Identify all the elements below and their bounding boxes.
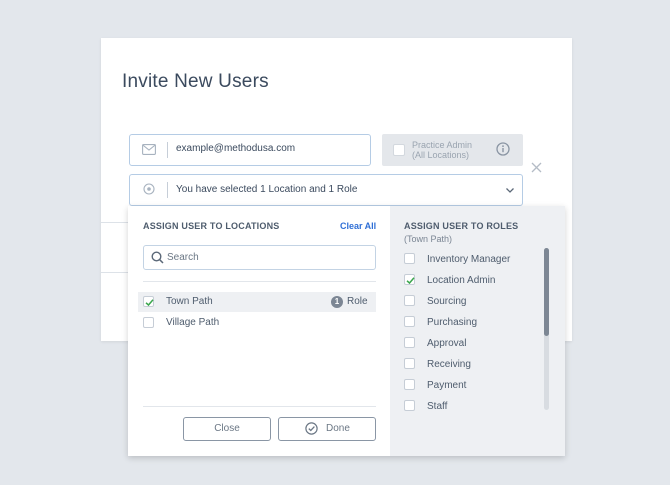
- checkmark-icon: [406, 277, 415, 285]
- role-checkbox[interactable]: [404, 337, 415, 348]
- location-item-village-path[interactable]: Village Path: [138, 313, 376, 333]
- envelope-icon: [142, 144, 156, 155]
- location-checkbox[interactable]: [143, 317, 154, 328]
- role-item-location-admin[interactable]: Location Admin: [404, 272, 544, 288]
- divider: [143, 281, 376, 282]
- role-label: Purchasing: [427, 317, 478, 328]
- modal-divider: [101, 222, 129, 223]
- done-button[interactable]: Done: [278, 417, 376, 441]
- practice-admin-checkbox[interactable]: [393, 144, 405, 156]
- chevron-down-icon[interactable]: [505, 185, 515, 195]
- role-count-label: Role: [347, 296, 368, 307]
- role-label: Sourcing: [427, 296, 467, 307]
- close-button[interactable]: Close: [183, 417, 271, 441]
- role-checkbox[interactable]: [404, 253, 415, 264]
- role-checkbox[interactable]: [404, 379, 415, 390]
- close-icon[interactable]: [531, 162, 542, 173]
- role-item-payment[interactable]: Payment: [404, 377, 544, 393]
- search-input[interactable]: [167, 249, 367, 265]
- role-label: Inventory Manager: [427, 254, 511, 265]
- divider: [143, 406, 376, 407]
- practice-admin-title: Practice Admin: [412, 140, 473, 150]
- location-pin-icon: [143, 183, 155, 195]
- role-item-inventory-manager[interactable]: Inventory Manager: [404, 251, 544, 267]
- role-item-receiving[interactable]: Receiving: [404, 356, 544, 372]
- role-label: Payment: [427, 380, 467, 391]
- role-checkbox[interactable]: [404, 295, 415, 306]
- search-icon: [151, 251, 164, 264]
- page-title: Invite New Users: [122, 71, 269, 92]
- checkmark-icon: [145, 299, 154, 307]
- role-label: Receiving: [427, 359, 471, 370]
- location-role-select[interactable]: You have selected 1 Location and 1 Role: [129, 174, 523, 206]
- location-label: Village Path: [166, 317, 220, 328]
- location-label: Town Path: [166, 296, 213, 307]
- roles-scrollbar-thumb[interactable]: [544, 248, 549, 336]
- location-item-town-path[interactable]: Town Path 1 Role: [138, 292, 376, 312]
- role-label: Location Admin: [427, 275, 496, 286]
- role-item-approval[interactable]: Approval: [404, 335, 544, 351]
- role-checkbox[interactable]: [404, 316, 415, 327]
- role-item-sourcing[interactable]: Sourcing: [404, 293, 544, 309]
- location-checkbox[interactable]: [143, 296, 154, 307]
- role-label: Staff: [427, 401, 448, 412]
- practice-admin-label: Practice Admin (All Locations): [412, 140, 472, 160]
- email-value[interactable]: example@methodusa.com: [176, 143, 295, 154]
- check-circle-icon: [305, 422, 318, 435]
- practice-admin-option: Practice Admin (All Locations): [382, 134, 523, 166]
- info-icon[interactable]: [496, 142, 510, 156]
- role-label: Approval: [427, 338, 467, 349]
- role-item-staff[interactable]: Staff: [404, 398, 544, 414]
- email-field[interactable]: example@methodusa.com: [129, 134, 371, 166]
- location-search[interactable]: [143, 245, 376, 270]
- practice-admin-scope: (All Locations): [412, 150, 470, 160]
- location-select-summary: You have selected 1 Location and 1 Role: [176, 184, 358, 195]
- location-role-dropdown: ASSIGN USER TO LOCATIONS Clear All Town …: [128, 206, 565, 456]
- role-checkbox[interactable]: [404, 274, 415, 285]
- role-count-badge: 1: [331, 296, 343, 308]
- field-separator: [167, 182, 168, 198]
- locations-pane: ASSIGN USER TO LOCATIONS Clear All Town …: [128, 206, 390, 456]
- roles-heading: ASSIGN USER TO ROLES: [404, 221, 519, 231]
- locations-heading: ASSIGN USER TO LOCATIONS: [143, 221, 280, 231]
- modal-divider: [101, 272, 129, 273]
- done-label: Done: [326, 423, 350, 434]
- role-item-purchasing[interactable]: Purchasing: [404, 314, 544, 330]
- field-separator: [167, 142, 168, 158]
- roles-pane: ASSIGN USER TO ROLES (Town Path) Invento…: [390, 206, 565, 456]
- clear-all-link[interactable]: Clear All: [340, 221, 376, 231]
- role-checkbox[interactable]: [404, 400, 415, 411]
- role-checkbox[interactable]: [404, 358, 415, 369]
- roles-location-context: (Town Path): [404, 234, 453, 244]
